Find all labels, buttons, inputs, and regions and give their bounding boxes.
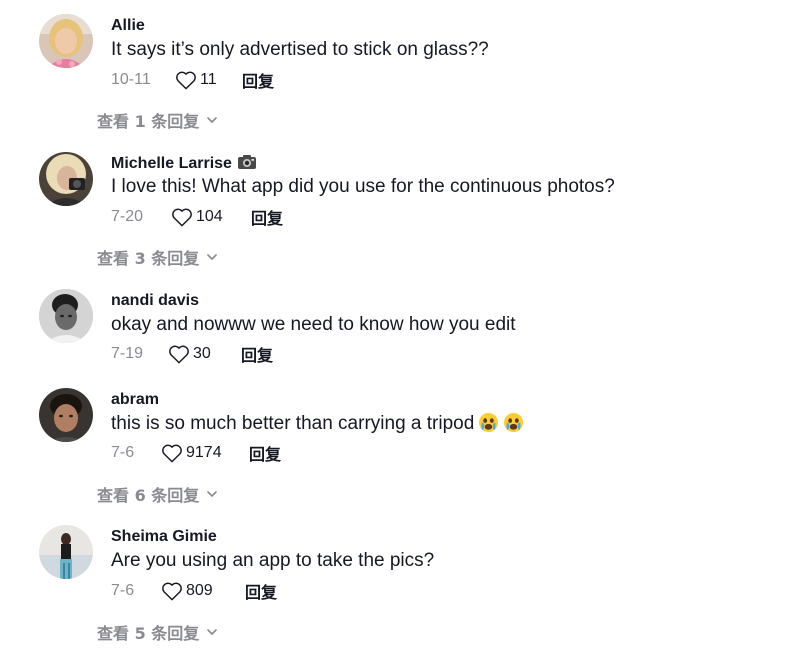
like-count: 104 — [196, 208, 223, 225]
comment-meta: 7-20 104 回复 — [111, 205, 283, 229]
reply-button[interactable]: 回复 — [245, 579, 277, 603]
reply-button[interactable]: 回复 — [249, 441, 281, 465]
comment-username[interactable]: nandi davis — [111, 291, 199, 311]
avatar[interactable] — [39, 289, 93, 343]
view-replies-label: 查看 6 条回复 — [97, 486, 200, 505]
avatar[interactable] — [39, 525, 93, 579]
comment-text: this is so much better than carrying a t… — [111, 412, 524, 436]
comment-text: I love this! What app did you use for th… — [111, 176, 615, 197]
like-count: 9174 — [186, 444, 222, 461]
comment-username[interactable]: Sheima Gimie — [111, 527, 217, 547]
comment-meta: 7-6 9174 回复 — [111, 441, 281, 465]
reply-button[interactable]: 回复 — [251, 205, 283, 229]
comment-meta: 7-6 809 回复 — [111, 579, 277, 603]
crying-face-emoji-icon — [504, 412, 524, 433]
comment-meta: 7-19 30 回复 — [111, 342, 273, 366]
comment-date: 7-6 — [111, 582, 135, 599]
avatar[interactable] — [39, 388, 93, 442]
like-button[interactable]: 809 — [161, 581, 245, 601]
comment-date: 7-6 — [111, 444, 135, 461]
like-button[interactable]: 9174 — [161, 443, 249, 463]
heart-icon — [172, 208, 192, 227]
like-count: 809 — [186, 582, 213, 599]
heart-icon — [162, 582, 182, 601]
comment-username[interactable]: Michelle Larrise — [111, 154, 257, 174]
comment-meta: 10-11 11 回复 — [111, 68, 274, 92]
chevron-down-icon — [207, 117, 218, 123]
chevron-down-icon — [207, 491, 218, 497]
like-count: 30 — [193, 345, 211, 362]
comment-date: 7-19 — [111, 345, 144, 362]
view-replies-label: 查看 5 条回复 — [97, 624, 200, 643]
avatar[interactable] — [39, 152, 93, 206]
like-count: 11 — [200, 71, 217, 88]
view-replies-label: 查看 1 条回复 — [97, 112, 200, 131]
heart-icon — [176, 71, 196, 90]
view-replies-button[interactable]: 查看 6 条回复 — [97, 482, 219, 506]
view-replies-label: 查看 3 条回复 — [97, 249, 200, 268]
chevron-down-icon — [207, 254, 218, 260]
comment-text: okay and nowww we need to know how you e… — [111, 314, 516, 335]
view-replies-button[interactable]: 查看 5 条回复 — [97, 620, 219, 644]
camera-icon — [237, 155, 256, 169]
comment-text: Are you using an app to take the pics? — [111, 550, 435, 571]
comment-text-content: this is so much better than carrying a t… — [111, 413, 475, 434]
comment-date: 10-11 — [111, 71, 151, 88]
username-text: Michelle Larrise — [111, 155, 232, 172]
chevron-down-icon — [207, 629, 218, 635]
view-replies-button[interactable]: 查看 1 条回复 — [97, 108, 219, 132]
comment-date: 7-20 — [111, 208, 144, 225]
avatar[interactable] — [39, 14, 93, 68]
like-button[interactable]: 104 — [171, 207, 251, 227]
comment-text: It says it’s only advertised to stick on… — [111, 39, 489, 60]
like-button[interactable]: 30 — [168, 344, 241, 364]
comment-username[interactable]: abram — [111, 390, 159, 410]
crying-face-emoji-icon — [479, 412, 499, 433]
reply-button[interactable]: 回复 — [241, 342, 273, 366]
view-replies-button[interactable]: 查看 3 条回复 — [97, 245, 219, 269]
comment-username[interactable]: Allie — [111, 16, 145, 36]
reply-button[interactable]: 回复 — [242, 68, 274, 92]
heart-icon — [162, 444, 182, 463]
heart-icon — [169, 345, 189, 364]
like-button[interactable]: 11 — [175, 70, 242, 90]
